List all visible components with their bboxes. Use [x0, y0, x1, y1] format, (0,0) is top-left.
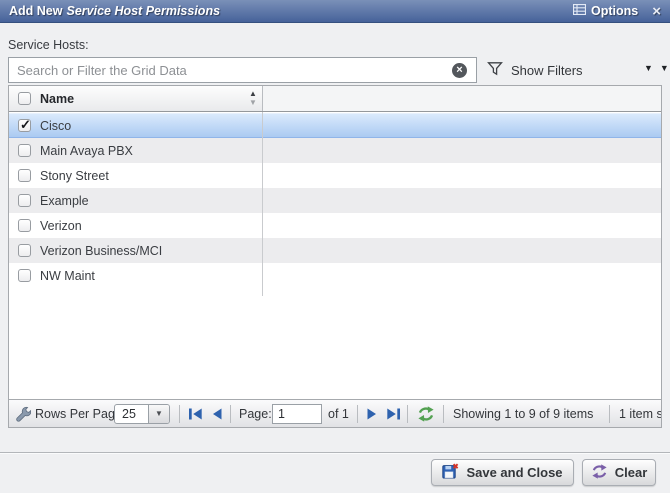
service-hosts-grid: Name ▲ ▼ Cisco Main Avaya PBX Stony Stre…: [8, 85, 662, 428]
row-name: Cisco: [40, 119, 71, 133]
title-prefix: Add New: [9, 4, 62, 18]
row-name: Example: [40, 194, 89, 208]
table-row[interactable]: Main Avaya PBX: [9, 138, 661, 163]
save-and-close-button[interactable]: Save and Close: [431, 459, 574, 486]
page-of-label: of 1: [328, 407, 349, 421]
row-name: Verizon: [40, 219, 82, 233]
search-input[interactable]: [8, 57, 477, 83]
row-name: NW Maint: [40, 269, 95, 283]
table-row[interactable]: NW Maint: [9, 263, 661, 288]
toolbar-divider: [230, 405, 231, 423]
previous-page-button[interactable]: [210, 407, 223, 420]
table-row[interactable]: Stony Street: [9, 163, 661, 188]
service-hosts-label: Service Hosts:: [8, 38, 89, 52]
toolbar-divider: [407, 405, 408, 423]
select-all-checkbox[interactable]: [18, 92, 31, 105]
row-name: Main Avaya PBX: [40, 144, 133, 158]
clear-button[interactable]: Clear: [582, 459, 656, 486]
pagination-toolbar: Rows Per Page: 25 ▼ Page: of 1: [9, 399, 661, 427]
last-page-button[interactable]: [386, 407, 401, 420]
clear-refresh-icon: [591, 464, 608, 482]
show-filters-label: Show Filters: [511, 63, 583, 78]
refresh-icon[interactable]: [417, 406, 435, 422]
table-row[interactable]: Cisco: [9, 113, 661, 138]
title-emphasis: Service Host Permissions: [66, 4, 220, 18]
show-filters-button[interactable]: Show Filters: [487, 59, 583, 81]
rows-per-page-select[interactable]: 25 ▼: [114, 404, 170, 424]
items-selected-status: 1 item sel: [619, 407, 661, 421]
table-row[interactable]: Verizon: [9, 213, 661, 238]
toolbar-divider: [357, 405, 358, 423]
table-row[interactable]: Example: [9, 188, 661, 213]
row-checkbox[interactable]: [18, 269, 31, 282]
empty-column-header: [262, 86, 661, 111]
page-label: Page:: [239, 407, 272, 421]
close-icon[interactable]: ×: [652, 4, 661, 19]
row-checkbox[interactable]: [18, 169, 31, 182]
add-new-service-host-permissions-dialog: Add New Service Host Permissions Options …: [0, 0, 670, 493]
next-page-button[interactable]: [366, 407, 379, 420]
options-button[interactable]: Options: [573, 4, 638, 18]
footer-divider: [0, 452, 670, 453]
rows-per-page-label: Rows Per Page:: [35, 407, 125, 421]
clear-search-icon[interactable]: ×: [452, 63, 467, 78]
row-checkbox[interactable]: [18, 144, 31, 157]
sort-icon: ▲ ▼: [249, 89, 257, 107]
save-and-close-label: Save and Close: [466, 465, 562, 480]
page-title: Add New Service Host Permissions: [9, 4, 220, 18]
chevron-down-icon[interactable]: ▼: [660, 63, 669, 73]
filter-funnel-icon: [487, 61, 503, 79]
page-number-input[interactable]: [272, 404, 322, 424]
clear-label: Clear: [615, 465, 648, 480]
row-checkbox[interactable]: [18, 194, 31, 207]
rows-per-page-value: 25: [115, 407, 148, 421]
chevron-down-icon: ▼: [148, 404, 169, 424]
row-name: Verizon Business/MCI: [40, 244, 162, 258]
toolbar-divider: [179, 405, 180, 423]
first-page-button[interactable]: [188, 407, 203, 420]
name-column-header[interactable]: Name: [40, 92, 74, 106]
options-grid-icon: [573, 4, 586, 18]
row-name: Stony Street: [40, 169, 109, 183]
dialog-titlebar: Add New Service Host Permissions Options …: [0, 0, 670, 23]
grid-header: Name ▲ ▼: [9, 86, 661, 112]
filter-menu-carets: ▼ ▼: [644, 63, 669, 73]
column-divider: [262, 112, 263, 296]
toolbar-divider: [443, 405, 444, 423]
save-icon: [442, 463, 459, 482]
grid-body: Cisco Main Avaya PBX Stony Street Exampl…: [9, 113, 661, 288]
chevron-down-icon[interactable]: ▼: [644, 63, 653, 73]
row-checkbox[interactable]: [18, 244, 31, 257]
table-row[interactable]: Verizon Business/MCI: [9, 238, 661, 263]
showing-items-status: Showing 1 to 9 of 9 items: [453, 407, 593, 421]
row-checkbox[interactable]: [18, 219, 31, 232]
toolbar-divider: [609, 405, 610, 423]
titlebar-actions: Options ×: [573, 4, 661, 19]
wrench-icon[interactable]: [15, 406, 31, 422]
options-label: Options: [591, 4, 638, 18]
row-checkbox[interactable]: [18, 119, 31, 132]
